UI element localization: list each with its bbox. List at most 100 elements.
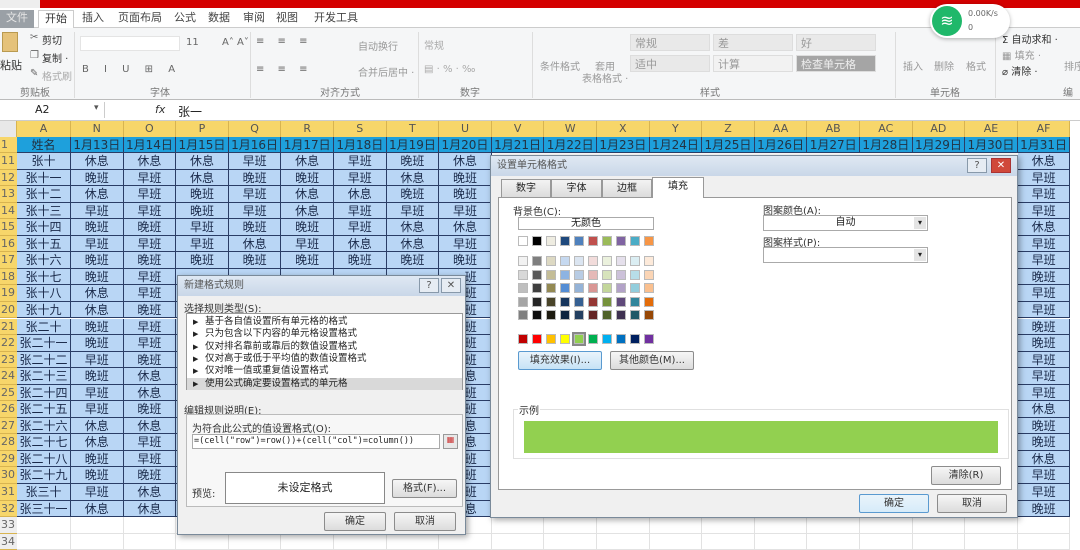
table-cell[interactable]: 晚班 xyxy=(281,169,334,187)
delete-cells-button[interactable]: 删除 xyxy=(934,58,954,73)
row-header[interactable]: 30 xyxy=(0,467,17,484)
table-cell[interactable]: 早班 xyxy=(334,202,387,220)
table-cell[interactable]: 张十六 xyxy=(17,252,71,269)
color-swatch[interactable] xyxy=(602,296,612,307)
row-header[interactable]: 19 xyxy=(0,285,17,302)
table-cell[interactable]: 休息 xyxy=(228,235,282,253)
column-header[interactable]: Z xyxy=(702,121,755,137)
column-header[interactable]: X xyxy=(597,121,650,137)
empty-cell[interactable] xyxy=(334,533,387,550)
table-cell[interactable]: 休息 xyxy=(123,153,177,170)
color-swatch[interactable] xyxy=(560,296,570,307)
header-cell[interactable]: 1月14日 xyxy=(123,137,177,153)
color-swatch[interactable] xyxy=(602,283,612,293)
header-cell[interactable]: 1月18日 xyxy=(334,137,387,153)
column-header[interactable]: AF xyxy=(1017,121,1071,137)
color-swatch[interactable] xyxy=(518,256,528,266)
color-swatch[interactable] xyxy=(644,296,654,307)
table-cell[interactable]: 晚班 xyxy=(439,169,492,187)
pattern-color-select[interactable]: 自动 ▾ xyxy=(763,215,928,231)
rule-type-item[interactable]: ▶ 仅对排名靠前或靠后的数值设置格式 xyxy=(187,341,462,353)
style-good[interactable]: 好 xyxy=(796,34,876,51)
empty-cell[interactable] xyxy=(702,533,755,550)
table-cell[interactable]: 休息 xyxy=(123,484,177,501)
table-cell[interactable]: 休息 xyxy=(386,219,440,236)
row-header[interactable]: 18 xyxy=(0,268,17,286)
empty-cell[interactable] xyxy=(649,533,703,550)
header-cell[interactable]: 1月27日 xyxy=(807,137,860,153)
color-swatch[interactable] xyxy=(630,283,640,293)
table-cell[interactable]: 晚班 xyxy=(1017,500,1071,518)
table-cell[interactable]: 早班 xyxy=(1017,186,1071,203)
table-cell[interactable]: 晚班 xyxy=(123,351,177,369)
table-cell[interactable]: 早班 xyxy=(123,235,177,253)
empty-cell[interactable] xyxy=(123,517,177,534)
color-swatch[interactable] xyxy=(546,310,556,320)
table-cell[interactable]: 休息 xyxy=(71,186,124,203)
table-cell[interactable]: 早班 xyxy=(386,202,440,220)
table-cell[interactable]: 张二十九 xyxy=(17,467,71,484)
color-swatch-selected[interactable] xyxy=(572,332,586,346)
empty-cell[interactable] xyxy=(597,533,650,550)
column-header[interactable]: AB xyxy=(807,121,860,137)
color-swatch[interactable] xyxy=(602,256,612,266)
header-cell[interactable]: 1月13日 xyxy=(71,137,124,153)
empty-cell[interactable] xyxy=(1017,517,1071,534)
rule-type-item[interactable]: ▶ 基于各自值设置所有单元格的格式 xyxy=(187,316,462,328)
color-swatch[interactable] xyxy=(602,236,612,246)
table-cell[interactable]: 张十四 xyxy=(17,219,71,236)
table-cell[interactable]: 张二十五 xyxy=(17,401,71,418)
table-cell[interactable]: 早班 xyxy=(176,219,229,236)
color-swatch[interactable] xyxy=(546,236,556,246)
insert-cells-button[interactable]: 插入 xyxy=(903,58,923,73)
header-cell[interactable]: 1月16日 xyxy=(228,137,282,153)
table-cell[interactable]: 早班 xyxy=(1017,202,1071,220)
ok-button[interactable]: 确定 xyxy=(859,494,929,513)
style-check-cell[interactable]: 检查单元格 xyxy=(796,55,876,72)
empty-cell[interactable] xyxy=(281,533,334,550)
table-cell[interactable]: 晚班 xyxy=(1017,318,1071,336)
autosum-button[interactable]: Σ 自动求和 · xyxy=(1002,31,1058,46)
color-palette[interactable] xyxy=(518,236,658,348)
table-cell[interactable]: 晚班 xyxy=(1017,335,1071,352)
rule-type-item[interactable]: ▶ 仅对高于或低于平均值的数值设置格式 xyxy=(187,353,462,365)
color-swatch[interactable] xyxy=(560,269,570,280)
row-header[interactable]: 20 xyxy=(0,301,17,319)
table-cell[interactable]: 早班 xyxy=(123,434,177,451)
table-cell[interactable]: 早班 xyxy=(1017,351,1071,369)
column-header[interactable]: AC xyxy=(860,121,913,137)
color-swatch[interactable] xyxy=(518,236,528,246)
table-cell[interactable]: 张十一 xyxy=(17,169,71,187)
font-name-select[interactable] xyxy=(80,36,180,51)
table-cell[interactable]: 早班 xyxy=(334,153,387,170)
color-swatch[interactable] xyxy=(602,310,612,320)
color-swatch[interactable] xyxy=(616,334,626,344)
style-neutral[interactable]: 适中 xyxy=(630,55,710,72)
table-cell[interactable]: 休息 xyxy=(1017,401,1071,418)
header-cell[interactable]: 1月28日 xyxy=(860,137,913,153)
color-swatch[interactable] xyxy=(546,334,556,344)
font-size-select[interactable]: 11 xyxy=(186,37,199,48)
table-cell[interactable]: 张二十 xyxy=(17,318,71,336)
column-header[interactable]: Q xyxy=(228,121,282,137)
column-header[interactable]: O xyxy=(123,121,177,137)
row-header[interactable]: 14 xyxy=(0,202,17,220)
tab-insert[interactable]: 插入 xyxy=(80,10,106,28)
color-swatch[interactable] xyxy=(574,310,584,320)
no-color-button[interactable]: 无颜色 xyxy=(518,217,654,230)
rule-type-item[interactable]: ▶ 仅对唯一值或重复值设置格式 xyxy=(187,365,462,377)
row-header[interactable]: 27 xyxy=(0,417,17,435)
color-swatch[interactable] xyxy=(644,283,654,293)
color-swatch[interactable] xyxy=(630,296,640,307)
row-header[interactable]: 31 xyxy=(0,484,17,501)
merge-center-button[interactable]: 合并后居中 · xyxy=(358,64,414,79)
header-cell[interactable]: 1月19日 xyxy=(386,137,440,153)
rule-type-list[interactable]: ▶ 基于各自值设置所有单元格的格式 ▶ 只为包含以下内容的单元格设置格式 ▶ 仅对排名靠前… xyxy=(186,313,463,390)
clear-button[interactable]: 清除(R) xyxy=(931,466,1001,485)
row-header[interactable]: 13 xyxy=(0,186,17,203)
table-cell[interactable]: 晚班 xyxy=(228,169,282,187)
empty-cell[interactable] xyxy=(1017,533,1071,550)
table-cell[interactable]: 早班 xyxy=(1017,169,1071,187)
color-swatch[interactable] xyxy=(560,334,570,344)
table-cell[interactable]: 休息 xyxy=(71,500,124,518)
